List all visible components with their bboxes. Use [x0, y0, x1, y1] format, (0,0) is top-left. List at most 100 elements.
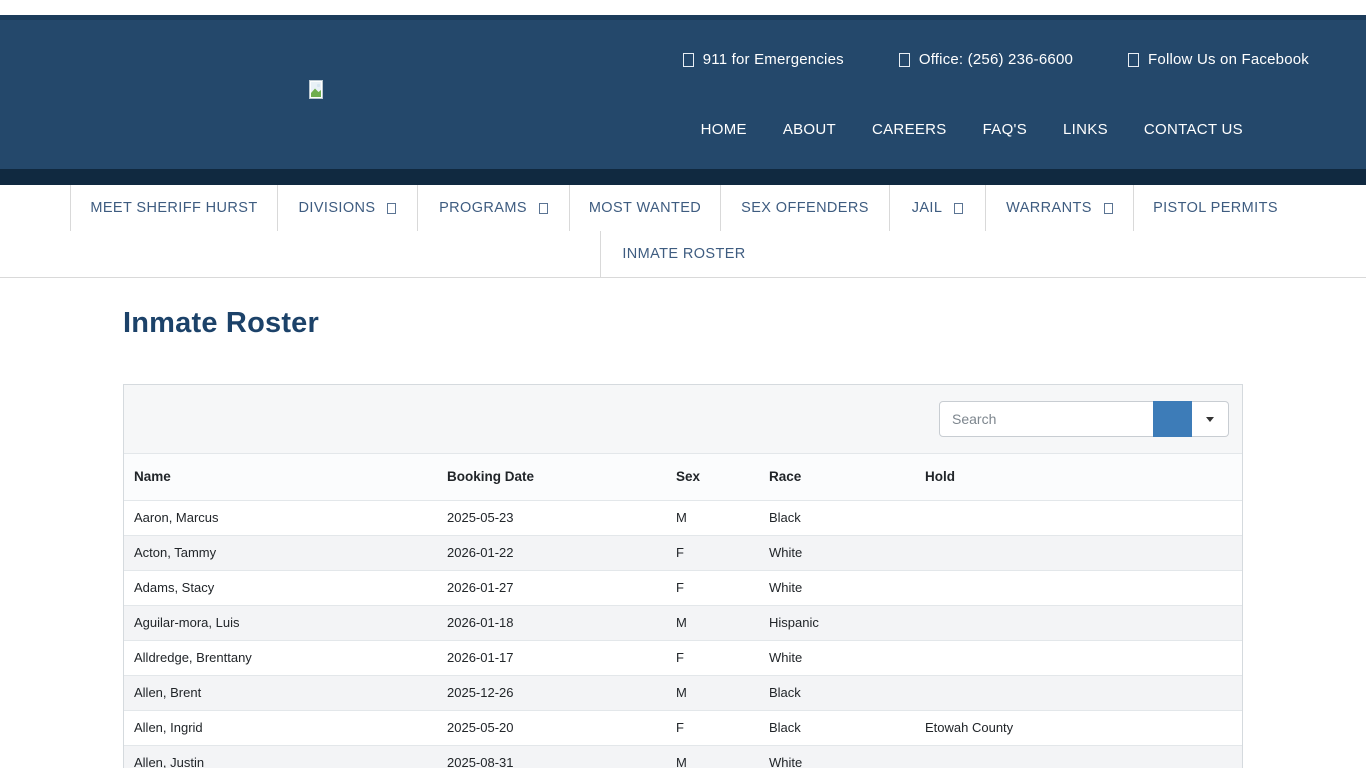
header-divider-strip — [0, 169, 1366, 185]
table-row[interactable]: Acton, Tammy2026-01-22FWhite — [124, 535, 1242, 570]
table-row[interactable]: Aaron, Marcus2025-05-23MBlack — [124, 500, 1242, 535]
cell-hold — [915, 605, 1242, 640]
cell-race: Hispanic — [759, 605, 915, 640]
secondary-nav: MEET SHERIFF HURST DIVISIONS PROGRAMS MOST … — [0, 185, 1366, 278]
column-header-name[interactable]: Name — [124, 454, 437, 500]
contact-item-office-256-236-6600[interactable]: Office: (256) 236-6600 — [899, 51, 1073, 68]
cell-hold — [915, 640, 1242, 675]
contact-item-label: 911 for Emergencies — [703, 51, 844, 68]
table-row[interactable]: Allen, Brent2025-12-26MBlack — [124, 675, 1242, 710]
column-header-booking-date[interactable]: Booking Date — [437, 454, 666, 500]
table-row[interactable]: Allen, Ingrid2025-05-20FBlackEtowah Coun… — [124, 710, 1242, 745]
secondary-nav-row: MEET SHERIFF HURST DIVISIONS PROGRAMS MOST … — [70, 185, 1366, 231]
cell-sex: M — [666, 745, 759, 768]
cell-race: White — [759, 745, 915, 768]
main-content: Inmate Roster NameBooking DateSexRaceHol… — [0, 307, 1366, 768]
nav-item-label: MEET SHERIFF HURST — [90, 200, 257, 216]
nav-item-jail[interactable]: JAIL — [889, 185, 985, 231]
site-logo-broken-image-icon[interactable] — [309, 80, 323, 99]
cell-sex: F — [666, 535, 759, 570]
cell-race: Black — [759, 500, 915, 535]
cell-race: White — [759, 570, 915, 605]
cell-name: Aguilar-mora, Luis — [124, 605, 437, 640]
cell-booking-date: 2026-01-27 — [437, 570, 666, 605]
search-button[interactable] — [1153, 401, 1192, 437]
nav-item-label: PISTOL PERMITS — [1153, 200, 1278, 216]
cell-sex: M — [666, 675, 759, 710]
column-header-hold[interactable]: Hold — [915, 454, 1242, 500]
cell-sex: F — [666, 710, 759, 745]
page-title: Inmate Roster — [123, 307, 1243, 340]
dropdown-caret-icon — [387, 203, 396, 214]
contact-item-follow-us-on-facebook[interactable]: Follow Us on Facebook — [1128, 51, 1309, 68]
dropdown-caret-icon — [539, 203, 548, 214]
missing-glyph-icon — [1128, 53, 1139, 67]
cell-name: Allen, Ingrid — [124, 710, 437, 745]
nav-item-divisions[interactable]: DIVISIONS — [277, 185, 417, 231]
cell-hold — [915, 675, 1242, 710]
cell-booking-date: 2025-05-23 — [437, 500, 666, 535]
cell-name: Adams, Stacy — [124, 570, 437, 605]
main-nav-faq-s[interactable]: FAQ'S — [983, 121, 1027, 138]
main-nav-links[interactable]: LINKS — [1063, 121, 1108, 138]
top-white-strip — [0, 0, 1366, 15]
cell-name: Aaron, Marcus — [124, 500, 437, 535]
cell-sex: M — [666, 500, 759, 535]
submenu-item-inmate-roster[interactable]: INMATE ROSTER — [600, 231, 767, 277]
main-nav: HOME ABOUT CAREERS FAQ'S LINKS CONTACT US — [701, 121, 1243, 138]
nav-item-label: SEX OFFENDERS — [741, 200, 869, 216]
cell-name: Allen, Brent — [124, 675, 437, 710]
nav-item-label: DIVISIONS — [299, 200, 376, 216]
nav-item-most-wanted[interactable]: MOST WANTED — [569, 185, 720, 231]
cell-hold: Etowah County — [915, 710, 1242, 745]
table-row[interactable]: Aguilar-mora, Luis2026-01-18MHispanic — [124, 605, 1242, 640]
secondary-nav-submenu-row: INMATE ROSTER — [0, 231, 1366, 277]
cell-race: White — [759, 535, 915, 570]
chevron-down-icon — [1206, 417, 1214, 422]
main-nav-about[interactable]: ABOUT — [783, 121, 836, 138]
nav-item-label: PROGRAMS — [439, 200, 527, 216]
main-nav-contact-us[interactable]: CONTACT US — [1144, 121, 1243, 138]
main-nav-home[interactable]: HOME — [701, 121, 747, 138]
cell-booking-date: 2026-01-18 — [437, 605, 666, 640]
table-header-row: NameBooking DateSexRaceHold — [124, 454, 1242, 500]
cell-sex: M — [666, 605, 759, 640]
table-row[interactable]: Alldredge, Brenttany2026-01-17FWhite — [124, 640, 1242, 675]
main-nav-careers[interactable]: CAREERS — [872, 121, 947, 138]
nav-item-pistol-permits[interactable]: PISTOL PERMITS — [1133, 185, 1297, 231]
dropdown-caret-icon — [954, 203, 963, 214]
cell-hold — [915, 745, 1242, 768]
roster-panel: NameBooking DateSexRaceHold Aaron, Marcu… — [123, 384, 1243, 768]
cell-booking-date: 2025-12-26 — [437, 675, 666, 710]
search-options-dropdown-button[interactable] — [1192, 401, 1229, 437]
contact-item-label: Office: (256) 236-6600 — [919, 51, 1073, 68]
search-group — [939, 401, 1229, 437]
cell-name: Allen, Justin — [124, 745, 437, 768]
table-row[interactable]: Adams, Stacy2026-01-27FWhite — [124, 570, 1242, 605]
cell-booking-date: 2025-05-20 — [437, 710, 666, 745]
table-row[interactable]: Allen, Justin2025-08-31MWhite — [124, 745, 1242, 768]
nav-item-meet-sheriff-hurst[interactable]: MEET SHERIFF HURST — [70, 185, 277, 231]
header-contact-row: 911 for Emergencies Office: (256) 236-660… — [683, 51, 1309, 68]
table-toolbar — [124, 385, 1242, 454]
cell-race: Black — [759, 675, 915, 710]
nav-item-programs[interactable]: PROGRAMS — [417, 185, 569, 231]
search-input[interactable] — [939, 401, 1154, 437]
cell-name: Alldredge, Brenttany — [124, 640, 437, 675]
cell-hold — [915, 535, 1242, 570]
nav-item-warrants[interactable]: WARRANTS — [985, 185, 1133, 231]
nav-item-label: MOST WANTED — [589, 200, 701, 216]
missing-glyph-icon — [683, 53, 694, 67]
missing-glyph-icon — [899, 53, 910, 67]
cell-hold — [915, 570, 1242, 605]
column-header-sex[interactable]: Sex — [666, 454, 759, 500]
cell-hold — [915, 500, 1242, 535]
contact-item-911-for-emergencies[interactable]: 911 for Emergencies — [683, 51, 844, 68]
cell-race: White — [759, 640, 915, 675]
cell-booking-date: 2026-01-22 — [437, 535, 666, 570]
nav-item-sex-offenders[interactable]: SEX OFFENDERS — [720, 185, 889, 231]
cell-sex: F — [666, 570, 759, 605]
dropdown-caret-icon — [1104, 203, 1113, 214]
column-header-race[interactable]: Race — [759, 454, 915, 500]
inmate-roster-table: NameBooking DateSexRaceHold Aaron, Marcu… — [124, 454, 1242, 768]
